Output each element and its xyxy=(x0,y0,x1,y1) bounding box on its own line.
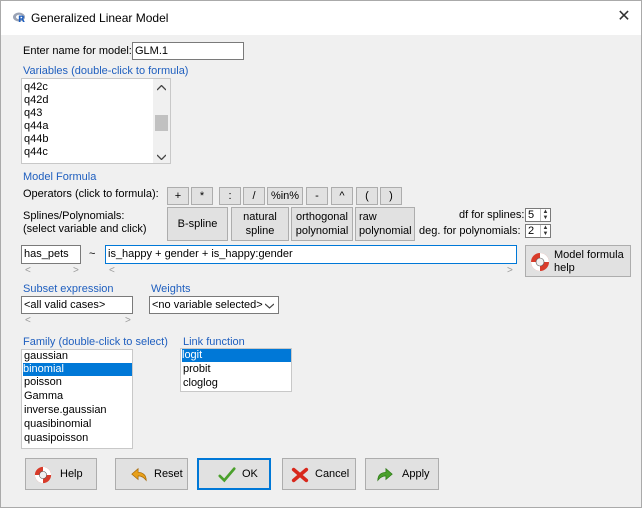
model-name-label: Enter name for model: xyxy=(23,45,132,57)
subset-label: Subset expression xyxy=(23,283,114,295)
model-name-input[interactable]: GLM.1 xyxy=(132,42,244,60)
operator-close-paren-button[interactable]: ) xyxy=(380,187,402,205)
list-item[interactable]: probit xyxy=(183,363,211,376)
list-item[interactable]: quasipoisson xyxy=(24,432,88,445)
weights-selected-value: <no variable selected> xyxy=(152,299,263,311)
forward-arrow-icon xyxy=(377,467,393,482)
help-button-label: Help xyxy=(60,468,83,480)
rhs-hscroll[interactable]: < > xyxy=(109,265,517,277)
formula-lhs-input[interactable]: has_pets xyxy=(21,245,81,264)
family-listbox[interactable]: gaussian binomial poisson Gamma inverse.… xyxy=(21,349,133,449)
weights-label: Weights xyxy=(151,283,191,295)
model-formula-help-line1: Model formula xyxy=(554,249,624,261)
operator-open-paren-button[interactable]: ( xyxy=(356,187,378,205)
raw-polynomial-button[interactable]: raw polynomial xyxy=(355,207,415,241)
variables-scrollbar[interactable] xyxy=(153,79,170,163)
list-item[interactable]: q44b xyxy=(24,133,48,146)
operator-slash-button[interactable]: / xyxy=(243,187,265,205)
operator-minus-button[interactable]: - xyxy=(306,187,328,205)
deg-polynomials-spinner[interactable]: 2 ▲ ▼ xyxy=(525,224,551,238)
operator-colon-button[interactable]: : xyxy=(219,187,241,205)
splines-label: Splines/Polynomials: xyxy=(23,210,125,222)
svg-text:R: R xyxy=(18,15,25,23)
help-button[interactable]: Help xyxy=(25,458,97,490)
operator-times-button[interactable]: * xyxy=(191,187,213,205)
operators-label: Operators (click to formula): xyxy=(23,188,159,200)
list-item[interactable]: q44c xyxy=(24,146,48,159)
weights-select[interactable]: <no variable selected> xyxy=(149,296,279,314)
list-item[interactable]: Gamma xyxy=(24,390,63,403)
apply-button[interactable]: Apply xyxy=(365,458,439,490)
df-splines-value: 5 xyxy=(528,209,535,221)
df-splines-spinner[interactable]: 5 ▲ ▼ xyxy=(525,208,551,222)
checkmark-icon xyxy=(218,467,236,483)
window-title: Generalized Linear Model xyxy=(31,11,169,25)
cancel-button[interactable]: Cancel xyxy=(282,458,356,490)
operator-power-button[interactable]: ^ xyxy=(331,187,353,205)
r-logo-icon: R xyxy=(13,12,25,23)
spinner-arrows-icon[interactable]: ▲ ▼ xyxy=(540,209,550,221)
undo-arrow-icon xyxy=(131,467,147,482)
cancel-button-label: Cancel xyxy=(315,468,350,480)
chevron-down-icon xyxy=(265,303,274,309)
raw-line1: raw xyxy=(359,211,377,223)
apply-button-label: Apply xyxy=(402,468,430,480)
list-item[interactable]: quasibinomial xyxy=(24,418,91,431)
list-item-selected[interactable]: logit xyxy=(182,349,291,362)
family-label: Family (double-click to select) xyxy=(23,336,168,348)
orthogonal-line2: polynomial xyxy=(295,225,349,237)
scroll-up-icon[interactable] xyxy=(157,85,166,91)
variables-listbox[interactable]: q42c q42d q43 q44a q44b q44c xyxy=(21,78,171,164)
list-item-selected[interactable]: binomial xyxy=(23,363,132,376)
close-icon[interactable]: ✕ xyxy=(615,7,633,27)
deg-polynomials-label: deg. for polynomials: xyxy=(419,225,521,237)
natural-spline-line1: natural xyxy=(243,211,277,223)
list-item[interactable]: q42c xyxy=(24,81,48,94)
list-item[interactable]: gaussian xyxy=(24,350,68,363)
lifebuoy-icon xyxy=(34,466,52,484)
ok-button-label: OK xyxy=(242,468,258,480)
dialog-window: R Generalized Linear Model ✕ Enter name … xyxy=(0,0,642,508)
tilde-label: ~ xyxy=(89,248,96,260)
scrollbar-thumb[interactable] xyxy=(155,115,168,131)
lifebuoy-icon xyxy=(531,253,549,271)
list-item[interactable]: q43 xyxy=(24,107,42,120)
reset-button-label: Reset xyxy=(154,468,183,480)
raw-line2: polynomial xyxy=(359,225,412,237)
reset-button[interactable]: Reset xyxy=(115,458,188,490)
model-formula-help-line2: help xyxy=(554,262,575,274)
spinner-arrows-icon[interactable]: ▲ ▼ xyxy=(540,225,550,237)
list-item[interactable]: q44a xyxy=(24,120,48,133)
subset-hscroll[interactable]: < > xyxy=(25,315,137,327)
lhs-hscroll[interactable]: < > xyxy=(25,265,85,277)
link-function-label: Link function xyxy=(183,336,245,348)
deg-polynomials-value: 2 xyxy=(528,225,535,237)
orthogonal-line1: orthogonal xyxy=(296,211,348,223)
natural-spline-line2: spline xyxy=(245,225,275,237)
orthogonal-polynomial-button[interactable]: orthogonal polynomial xyxy=(291,207,353,241)
formula-rhs-input[interactable]: is_happy + gender + is_happy:gender xyxy=(105,245,517,264)
df-splines-label: df for splines: xyxy=(459,209,525,221)
subset-input[interactable]: <all valid cases> xyxy=(21,296,133,314)
list-item[interactable]: inverse.gaussian xyxy=(24,404,107,417)
operator-plus-button[interactable]: + xyxy=(167,187,189,205)
scroll-down-icon[interactable] xyxy=(157,154,166,160)
ok-button[interactable]: OK xyxy=(197,458,271,490)
model-formula-label: Model Formula xyxy=(23,171,97,183)
operator-in-button[interactable]: %in% xyxy=(267,187,303,205)
splines-hint: (select variable and click) xyxy=(23,223,147,235)
natural-spline-button[interactable]: natural spline xyxy=(231,207,289,241)
link-function-listbox[interactable]: logit probit cloglog xyxy=(180,348,292,392)
list-item[interactable]: q42d xyxy=(24,94,48,107)
list-item[interactable]: poisson xyxy=(24,376,62,389)
title-bar: R Generalized Linear Model ✕ xyxy=(1,1,641,35)
list-item[interactable]: cloglog xyxy=(183,377,218,390)
variables-label: Variables (double-click to formula) xyxy=(23,65,189,77)
cancel-x-icon xyxy=(291,467,309,483)
bspline-button[interactable]: B-spline xyxy=(167,207,228,241)
model-formula-help-button[interactable]: Model formula help xyxy=(525,245,631,277)
